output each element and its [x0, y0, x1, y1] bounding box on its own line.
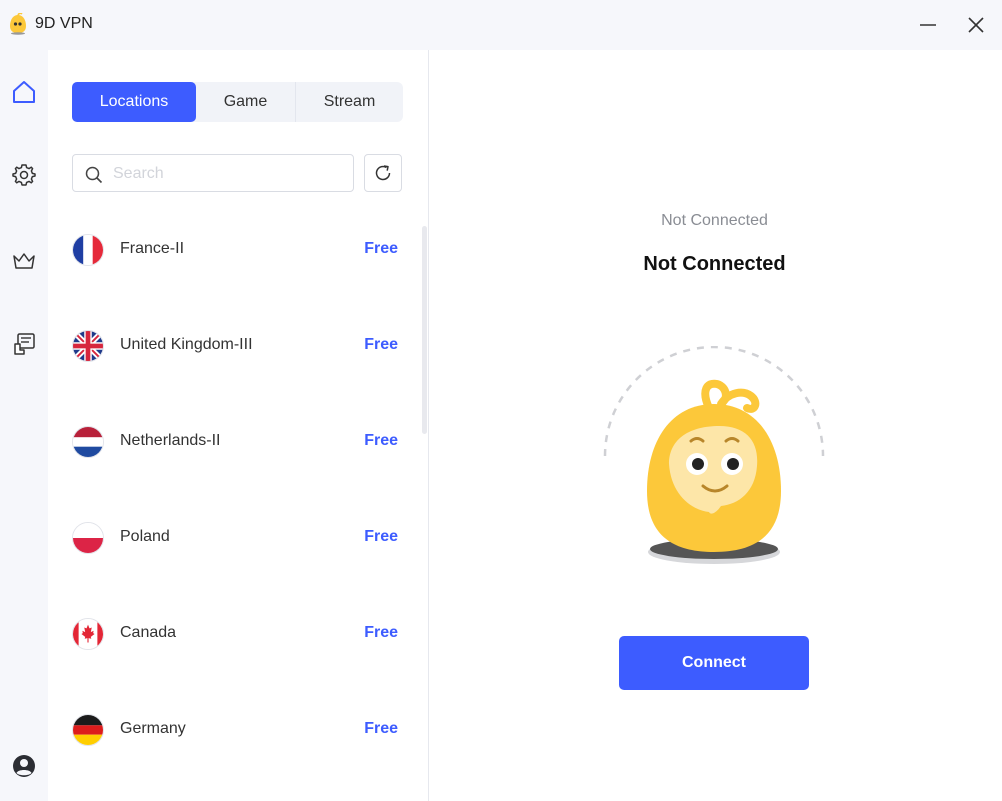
title-bar: 9D VPN: [0, 0, 1002, 50]
feedback-icon: [14, 333, 35, 355]
connection-status-subtitle: Not Connected: [661, 212, 768, 229]
server-list-scrollbar[interactable]: [422, 226, 427, 434]
server-name: France-II: [120, 240, 185, 257]
app-window: 9D VPN Locations Game Stream Search Fran…: [0, 0, 1002, 801]
search-icon: [85, 166, 103, 184]
canada-flag-icon: [72, 618, 104, 650]
server-name: Germany: [120, 720, 186, 737]
netherlands-flag-icon: [72, 426, 104, 458]
connection-panel: Not Connected Not Connected Connect: [429, 50, 1002, 801]
germany-flag-icon: [72, 714, 104, 746]
server-row[interactable]: United Kingdom-III Free: [48, 298, 420, 394]
category-tabs: Locations Game Stream: [72, 82, 403, 122]
uk-flag-icon: [72, 330, 104, 362]
side-nav: [0, 50, 48, 801]
server-tier-badge: Free: [364, 432, 398, 449]
tab-game[interactable]: Game: [196, 82, 296, 122]
server-row[interactable]: Germany Free: [48, 682, 420, 778]
nav-settings-button[interactable]: [10, 161, 38, 189]
close-button[interactable]: [963, 12, 989, 38]
search-input[interactable]: [111, 161, 345, 187]
server-tier-badge: Free: [364, 720, 398, 737]
home-icon: [13, 81, 35, 103]
connection-status-title: Not Connected: [643, 253, 786, 275]
server-name: Netherlands-II: [120, 432, 221, 449]
nav-premium-button[interactable]: [10, 247, 38, 275]
server-panel: Locations Game Stream Search France-II F…: [48, 50, 429, 801]
poland-flag-icon: [72, 522, 104, 554]
nav-account-button[interactable]: [10, 752, 38, 780]
server-name: Poland: [120, 528, 170, 545]
crown-icon: [13, 253, 35, 269]
minimize-icon: [920, 24, 936, 26]
search-box: [72, 154, 354, 192]
refresh-button[interactable]: [364, 154, 402, 192]
gear-icon: [12, 164, 36, 186]
server-tier-badge: Free: [364, 240, 398, 257]
app-logo-icon: [10, 13, 26, 35]
connect-button[interactable]: Connect: [619, 636, 809, 690]
tab-locations[interactable]: Locations: [72, 82, 196, 122]
minimize-button[interactable]: [915, 12, 941, 38]
server-list: France-II Free United Kingdom-III Free N…: [48, 202, 428, 801]
server-tier-badge: Free: [364, 528, 398, 545]
server-name: United Kingdom-III: [120, 336, 253, 353]
tab-stream[interactable]: Stream: [296, 82, 403, 122]
refresh-icon: [375, 165, 391, 181]
france-flag-icon: [72, 234, 104, 266]
server-row[interactable]: Netherlands-II Free: [48, 394, 420, 490]
user-icon: [13, 755, 35, 777]
server-row[interactable]: France-II Free: [48, 202, 420, 298]
nav-feedback-button[interactable]: [10, 330, 38, 358]
nav-home-button[interactable]: [10, 78, 38, 106]
server-row[interactable]: Poland Free: [48, 490, 420, 586]
app-title: 9D VPN: [35, 15, 93, 32]
server-tier-badge: Free: [364, 624, 398, 641]
server-name: Canada: [120, 624, 177, 641]
server-tier-badge: Free: [364, 336, 398, 353]
close-icon: [968, 17, 984, 33]
mascot-illustration: [603, 346, 825, 564]
server-row[interactable]: Canada Free: [48, 586, 420, 682]
